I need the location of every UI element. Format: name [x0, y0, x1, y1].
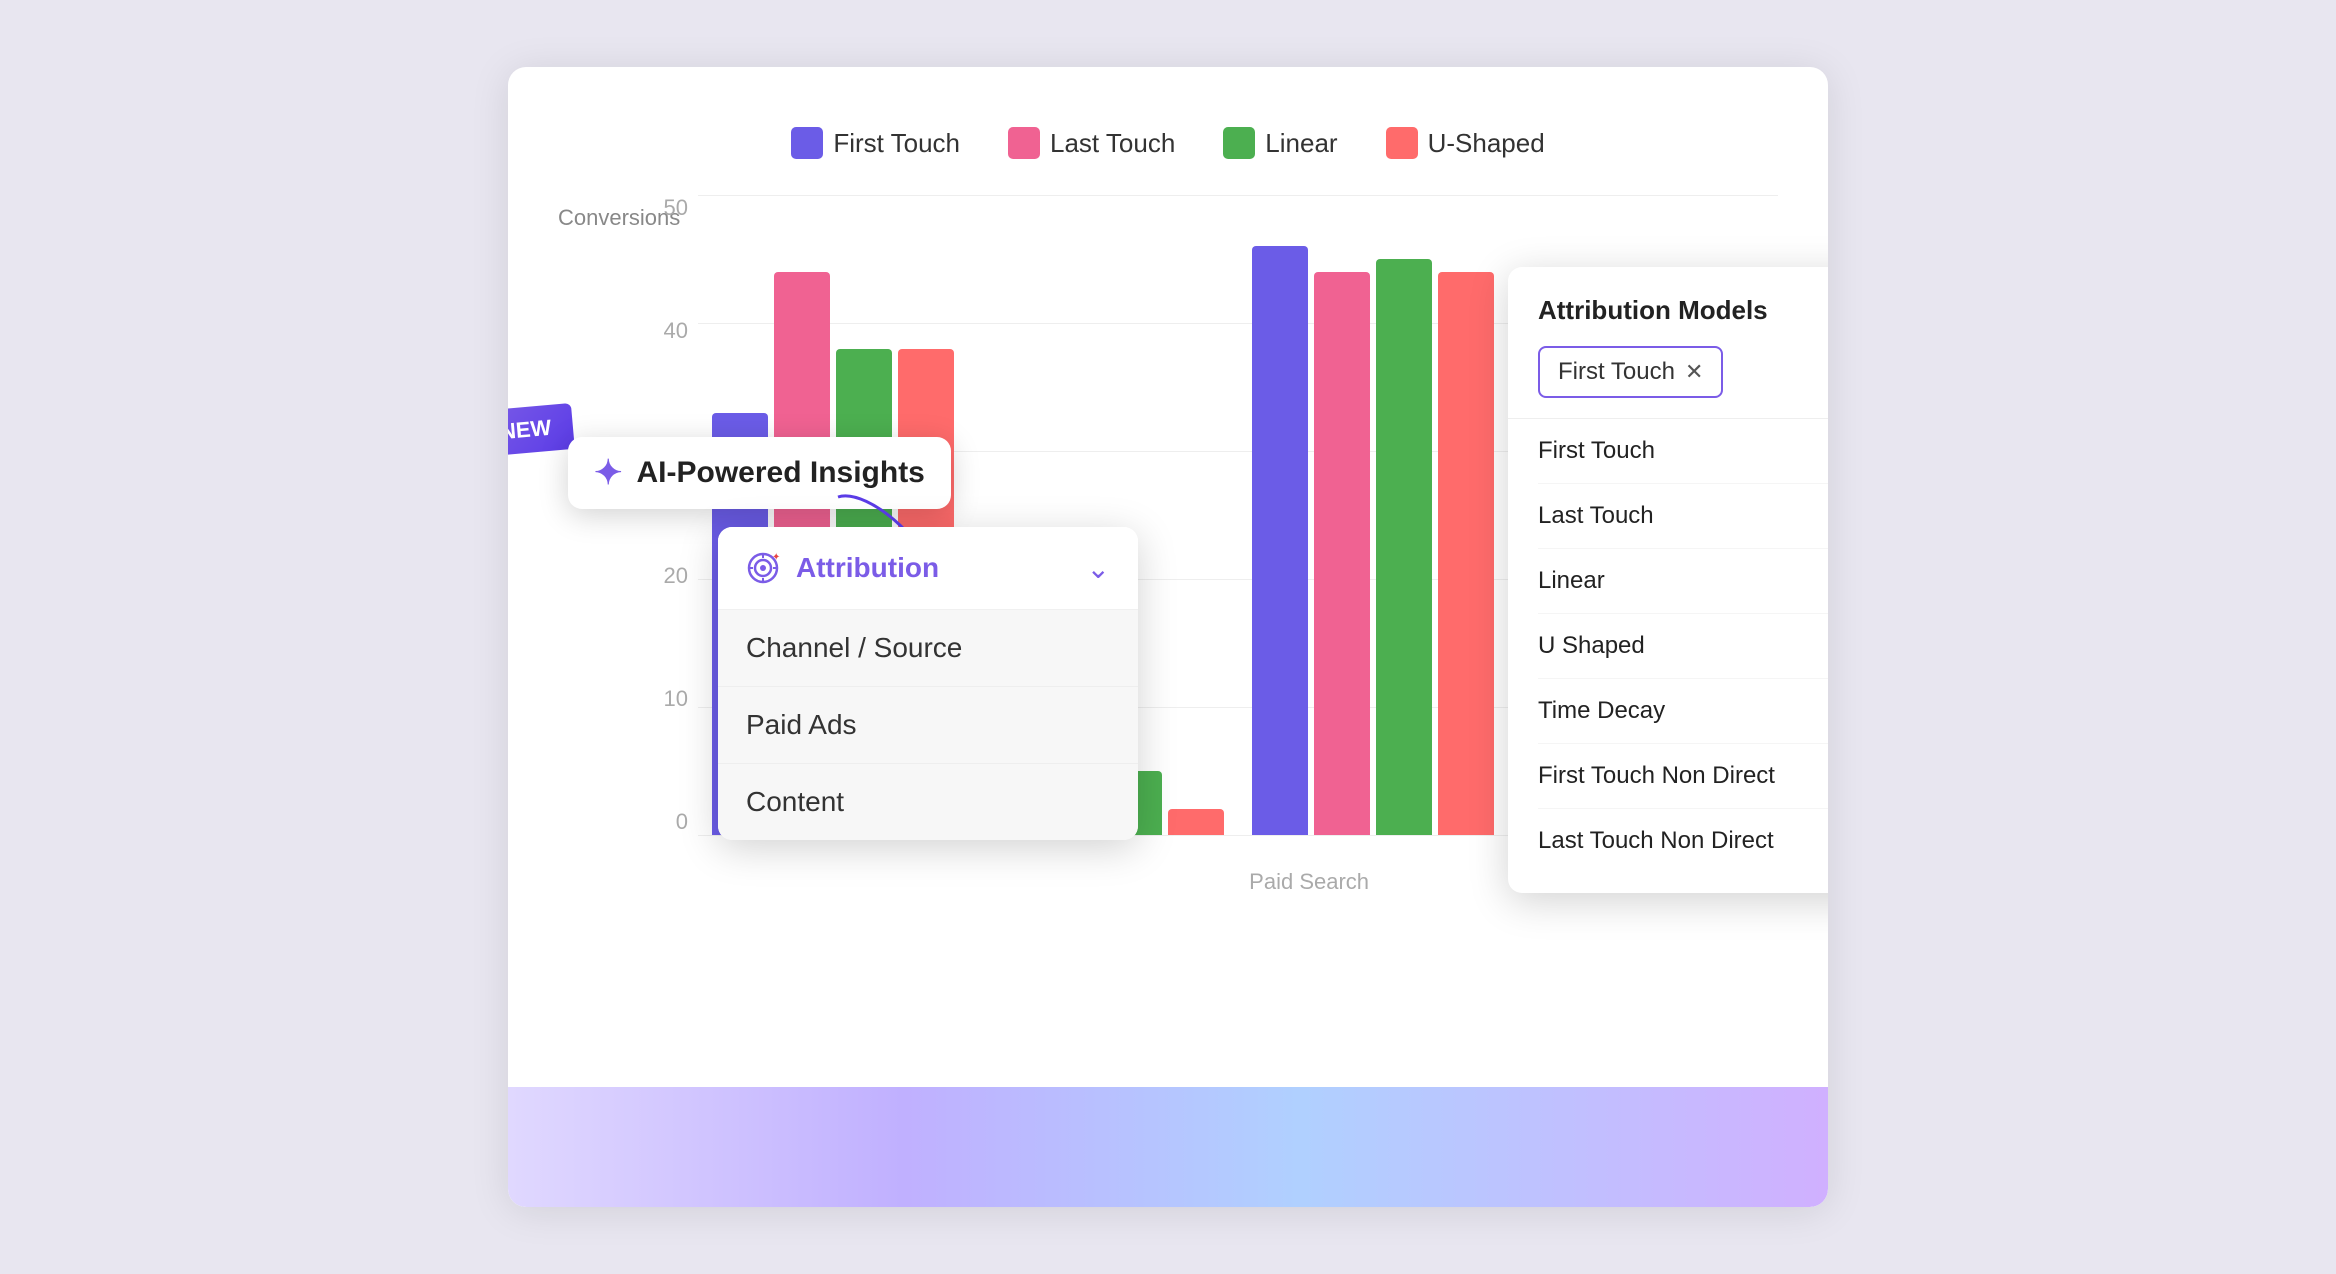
bar-red	[1438, 272, 1494, 835]
selected-tag-label: First Touch	[1558, 358, 1675, 386]
model-option-label: Last Touch Non Direct	[1538, 827, 1774, 855]
y-tick: 0	[638, 809, 688, 835]
model-option-label: Linear	[1538, 567, 1605, 595]
model-option[interactable]: Last Touch ✓	[1538, 484, 1828, 549]
model-option-label: Last Touch	[1538, 502, 1654, 530]
close-tag-button[interactable]: ✕	[1685, 359, 1703, 385]
chart-legend: First Touch Last Touch Linear U-Shaped	[558, 127, 1778, 159]
y-tick: 10	[638, 686, 688, 712]
dropdown-header[interactable]: ✦ Attribution ⌄	[718, 527, 1138, 610]
model-option[interactable]: Time Decay	[1538, 679, 1828, 744]
model-option-label: First Touch Non Direct	[1538, 762, 1775, 790]
model-option[interactable]: U Shaped ✓	[1538, 614, 1828, 679]
legend-item: Linear	[1223, 127, 1337, 159]
legend-label: First Touch	[833, 128, 960, 159]
model-option-label: First Touch	[1538, 437, 1655, 465]
legend-item: Last Touch	[1008, 127, 1175, 159]
legend-label: Linear	[1265, 128, 1337, 159]
x-label: Paid Search	[1249, 869, 1369, 895]
ai-tooltip-label: AI-Powered Insights	[637, 456, 925, 490]
dropdown-header-left: ✦ Attribution	[746, 551, 939, 585]
main-card: First Touch Last Touch Linear U-Shaped C…	[508, 67, 1828, 1207]
bar-green	[1376, 259, 1432, 835]
y-tick: 20	[638, 563, 688, 589]
bar-pink	[1314, 272, 1370, 835]
new-badge: NEW	[508, 403, 575, 457]
model-option[interactable]: Linear ✓	[1538, 549, 1828, 614]
legend-label: U-Shaped	[1428, 128, 1545, 159]
svg-text:✦: ✦	[772, 552, 780, 563]
dropdown-chevron-icon[interactable]: ⌄	[1087, 552, 1110, 585]
models-panel: Attribution Models First Touch ✕ First T…	[1508, 267, 1828, 893]
model-option-label: U Shaped	[1538, 632, 1645, 660]
dropdown-item[interactable]: Content	[718, 764, 1138, 840]
legend-item: First Touch	[791, 127, 960, 159]
legend-dot	[1386, 127, 1418, 159]
bottom-band	[508, 1087, 1828, 1207]
ai-icon: ✦	[594, 453, 623, 493]
legend-item: U-Shaped	[1386, 127, 1545, 159]
bar-group	[1252, 246, 1494, 835]
dropdown-items: Channel / SourcePaid AdsContent	[718, 610, 1138, 840]
legend-dot	[791, 127, 823, 159]
model-options-list: First Touch ✓Last Touch ✓Linear ✓U Shape…	[1538, 419, 1828, 873]
legend-label: Last Touch	[1050, 128, 1175, 159]
model-option[interactable]: First Touch ✓	[1538, 419, 1828, 484]
model-option[interactable]: First Touch Non Direct	[1538, 744, 1828, 809]
models-panel-title: Attribution Models	[1538, 295, 1828, 326]
bar-red	[1168, 809, 1224, 835]
dropdown-item[interactable]: Paid Ads	[718, 687, 1138, 764]
dropdown-panel: ✦ Attribution ⌄ Channel / SourcePaid Ads…	[718, 527, 1138, 840]
dropdown-item[interactable]: Channel / Source	[718, 610, 1138, 687]
y-axis: 50403020100	[638, 195, 688, 895]
model-option-label: Time Decay	[1538, 697, 1665, 725]
dropdown-title: Attribution	[796, 552, 939, 584]
legend-dot	[1223, 127, 1255, 159]
y-tick: 50	[638, 195, 688, 221]
model-option[interactable]: Last Touch Non Direct	[1538, 809, 1828, 873]
models-selected-tag[interactable]: First Touch ✕	[1538, 346, 1723, 398]
y-tick: 40	[638, 318, 688, 344]
legend-dot	[1008, 127, 1040, 159]
bar-purple	[1252, 246, 1308, 835]
target-icon: ✦	[746, 551, 780, 585]
